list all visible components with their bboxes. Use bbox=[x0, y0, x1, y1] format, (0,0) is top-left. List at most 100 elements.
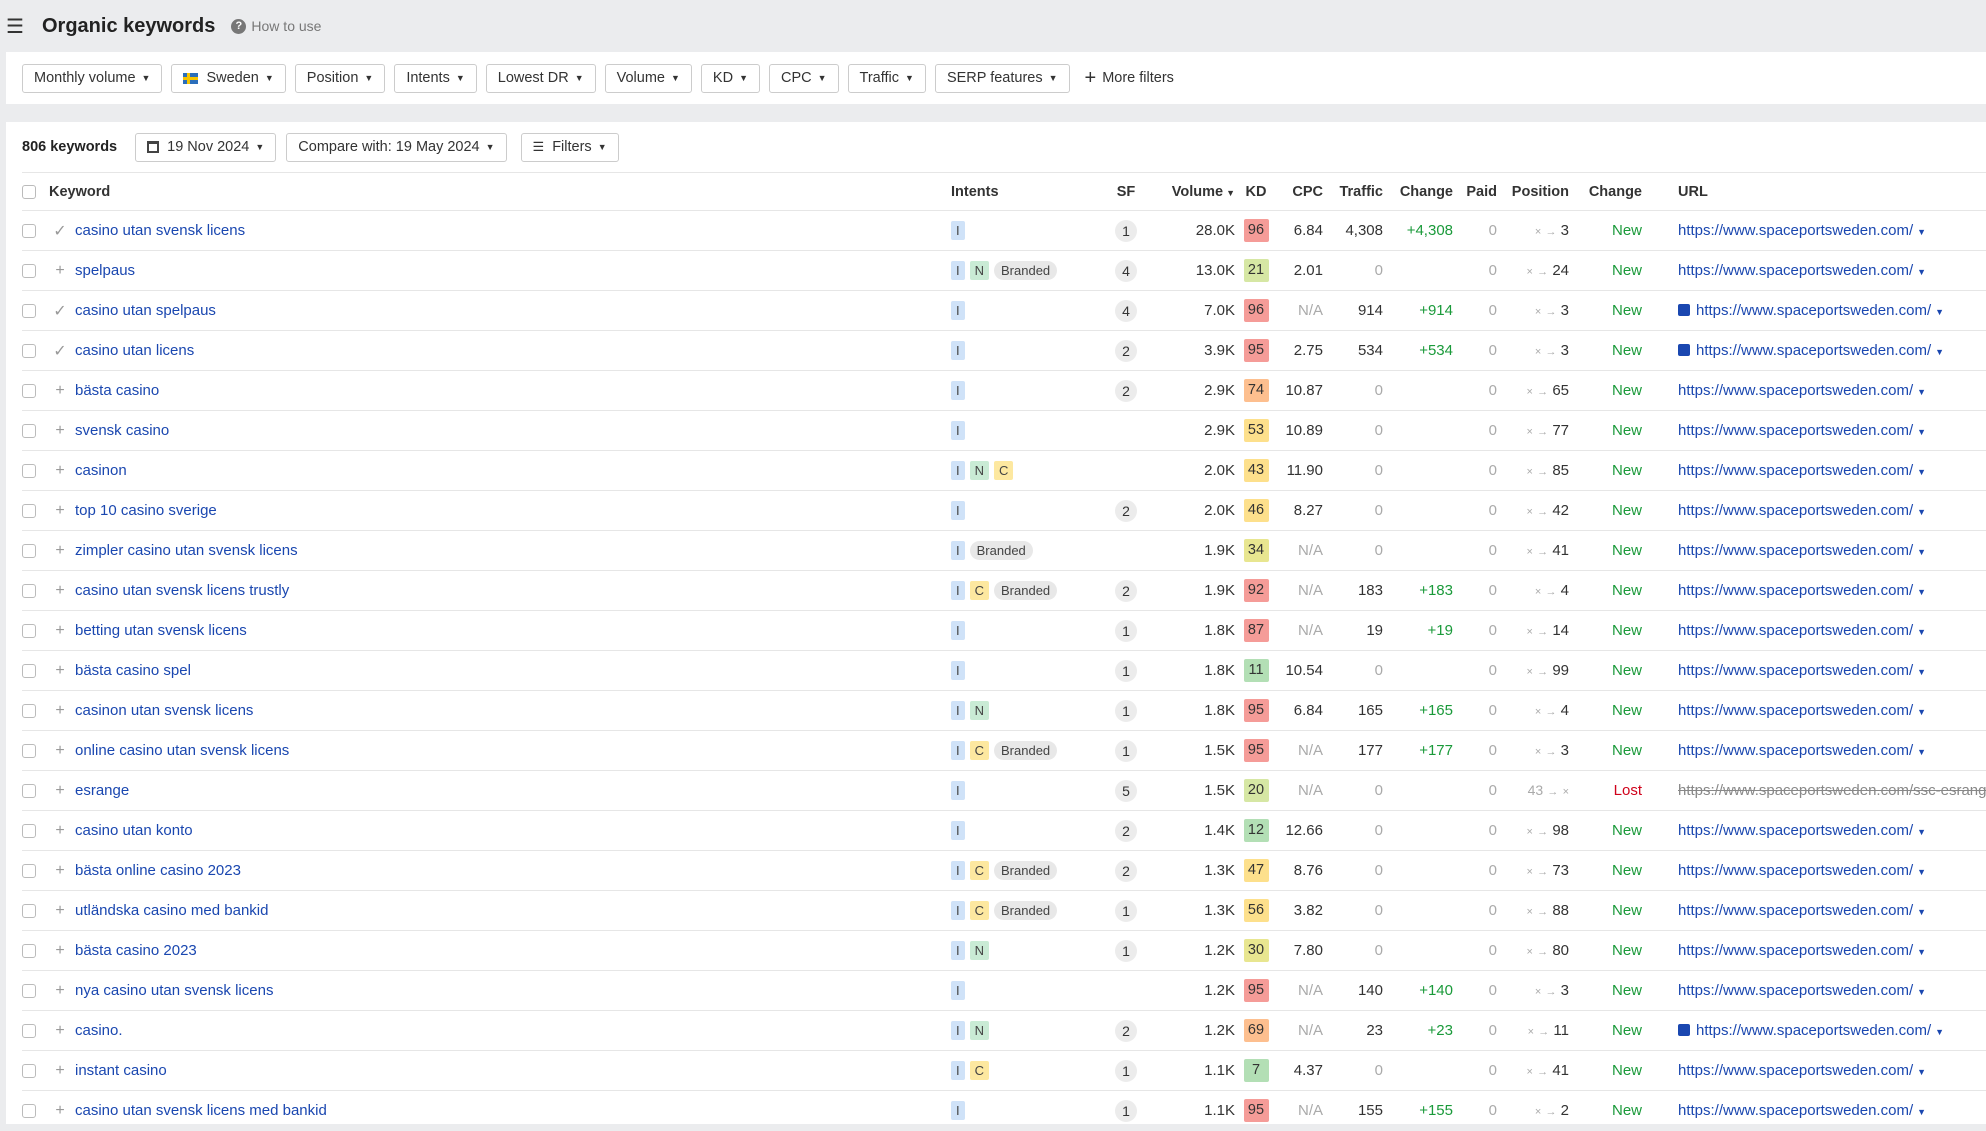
serp-features-count[interactable]: 5 bbox=[1115, 780, 1137, 802]
serp-features-count[interactable]: 1 bbox=[1115, 940, 1137, 962]
serp-features-count[interactable]: 1 bbox=[1115, 1060, 1137, 1082]
keyword-link[interactable]: betting utan svensk licens bbox=[75, 622, 247, 639]
serp-features-count[interactable]: 2 bbox=[1115, 340, 1137, 362]
url-link[interactable]: https://www.spaceportsweden.com/ bbox=[1696, 302, 1931, 319]
filters-button[interactable]: ☰Filters▼ bbox=[521, 133, 619, 162]
col-traffic[interactable]: Traffic bbox=[1323, 173, 1383, 211]
row-checkbox[interactable] bbox=[22, 784, 36, 798]
caret-down-icon[interactable]: ▼ bbox=[1917, 507, 1926, 517]
keyword-link[interactable]: svensk casino bbox=[75, 422, 169, 439]
row-checkbox[interactable] bbox=[22, 904, 36, 918]
serp-features-count[interactable]: 1 bbox=[1115, 1100, 1137, 1122]
keyword-link[interactable]: nya casino utan svensk licens bbox=[75, 982, 273, 999]
caret-down-icon[interactable]: ▼ bbox=[1917, 747, 1926, 757]
row-checkbox[interactable] bbox=[22, 1064, 36, 1078]
row-checkbox[interactable] bbox=[22, 464, 36, 478]
serp-features-count[interactable]: 2 bbox=[1115, 500, 1137, 522]
url-link[interactable]: https://www.spaceportsweden.com/ bbox=[1678, 622, 1913, 639]
add-plus-icon[interactable]: + bbox=[49, 422, 71, 440]
col-kd[interactable]: KD bbox=[1235, 173, 1277, 211]
row-checkbox[interactable] bbox=[22, 864, 36, 878]
serp-features-count[interactable]: 2 bbox=[1115, 580, 1137, 602]
serp-features-count[interactable]: 2 bbox=[1115, 820, 1137, 842]
col-keyword[interactable]: Keyword bbox=[49, 173, 951, 211]
filter-monthly-volume[interactable]: Monthly volume▼ bbox=[22, 64, 162, 93]
check-icon[interactable]: ✓ bbox=[49, 301, 71, 321]
col-url[interactable]: URL bbox=[1678, 173, 1986, 211]
caret-down-icon[interactable]: ▼ bbox=[1917, 1067, 1926, 1077]
url-link[interactable]: https://www.spaceportsweden.com/ bbox=[1696, 1022, 1931, 1039]
keyword-link[interactable]: top 10 casino sverige bbox=[75, 502, 217, 519]
serp-features-count[interactable]: 1 bbox=[1115, 620, 1137, 642]
row-checkbox[interactable] bbox=[22, 1104, 36, 1118]
keyword-link[interactable]: casino. bbox=[75, 1022, 123, 1039]
row-checkbox[interactable] bbox=[22, 1024, 36, 1038]
compare-date-picker[interactable]: Compare with: 19 May 2024▼ bbox=[286, 133, 506, 162]
col-position[interactable]: Position bbox=[1497, 173, 1569, 211]
keyword-link[interactable]: bästa casino bbox=[75, 382, 159, 399]
url-link[interactable]: https://www.spaceportsweden.com/ bbox=[1678, 702, 1913, 719]
caret-down-icon[interactable]: ▼ bbox=[1917, 227, 1926, 237]
row-checkbox[interactable] bbox=[22, 984, 36, 998]
add-plus-icon[interactable]: + bbox=[49, 742, 71, 760]
add-plus-icon[interactable]: + bbox=[49, 702, 71, 720]
add-plus-icon[interactable]: + bbox=[49, 1062, 71, 1080]
add-plus-icon[interactable]: + bbox=[49, 622, 71, 640]
caret-down-icon[interactable]: ▼ bbox=[1935, 1027, 1944, 1037]
serp-features-count[interactable]: 2 bbox=[1115, 380, 1137, 402]
add-plus-icon[interactable]: + bbox=[49, 662, 71, 680]
keyword-link[interactable]: casino utan spelpaus bbox=[75, 302, 216, 319]
caret-down-icon[interactable]: ▼ bbox=[1917, 467, 1926, 477]
serp-features-count[interactable]: 2 bbox=[1115, 860, 1137, 882]
how-to-use-link[interactable]: ?How to use bbox=[231, 18, 321, 34]
caret-down-icon[interactable]: ▼ bbox=[1917, 947, 1926, 957]
add-plus-icon[interactable]: + bbox=[49, 382, 71, 400]
caret-down-icon[interactable]: ▼ bbox=[1917, 907, 1926, 917]
url-link[interactable]: https://www.spaceportsweden.com/ bbox=[1678, 1102, 1913, 1119]
col-intents[interactable]: Intents bbox=[951, 173, 1101, 211]
url-link[interactable]: https://www.spaceportsweden.com/ bbox=[1696, 342, 1931, 359]
keyword-link[interactable]: zimpler casino utan svensk licens bbox=[75, 542, 298, 559]
row-checkbox[interactable] bbox=[22, 504, 36, 518]
filter-position[interactable]: Position▼ bbox=[295, 64, 386, 93]
filter-traffic[interactable]: Traffic▼ bbox=[848, 64, 926, 93]
add-plus-icon[interactable]: + bbox=[49, 1102, 71, 1120]
caret-down-icon[interactable]: ▼ bbox=[1935, 347, 1944, 357]
keyword-link[interactable]: online casino utan svensk licens bbox=[75, 742, 289, 759]
col-volume[interactable]: Volume▼ bbox=[1151, 173, 1235, 211]
col-position-change[interactable]: Change bbox=[1569, 173, 1642, 211]
caret-down-icon[interactable]: ▼ bbox=[1917, 667, 1926, 677]
url-link[interactable]: https://www.spaceportsweden.com/ bbox=[1678, 582, 1913, 599]
col-paid[interactable]: Paid bbox=[1453, 173, 1497, 211]
filter-serp-features[interactable]: SERP features▼ bbox=[935, 64, 1070, 93]
add-plus-icon[interactable]: + bbox=[49, 502, 71, 520]
filter-volume[interactable]: Volume▼ bbox=[605, 64, 692, 93]
url-link[interactable]: https://www.spaceportsweden.com/ bbox=[1678, 422, 1913, 439]
url-link[interactable]: https://www.spaceportsweden.com/ bbox=[1678, 502, 1913, 519]
caret-down-icon[interactable]: ▼ bbox=[1917, 1107, 1926, 1117]
filter-cpc[interactable]: CPC▼ bbox=[769, 64, 839, 93]
serp-features-count[interactable]: 2 bbox=[1115, 1020, 1137, 1042]
row-checkbox[interactable] bbox=[22, 384, 36, 398]
menu-icon[interactable]: ☰ bbox=[6, 14, 36, 39]
row-checkbox[interactable] bbox=[22, 824, 36, 838]
url-link[interactable]: https://www.spaceportsweden.com/ bbox=[1678, 902, 1913, 919]
row-checkbox[interactable] bbox=[22, 744, 36, 758]
add-plus-icon[interactable]: + bbox=[49, 262, 71, 280]
keyword-link[interactable]: casino utan svensk licens bbox=[75, 222, 245, 239]
url-link[interactable]: https://www.spaceportsweden.com/ bbox=[1678, 822, 1913, 839]
keyword-link[interactable]: esrange bbox=[75, 782, 129, 799]
select-all-checkbox[interactable] bbox=[22, 185, 36, 199]
col-cpc[interactable]: CPC bbox=[1277, 173, 1323, 211]
col-sf[interactable]: SF bbox=[1101, 173, 1151, 211]
keyword-link[interactable]: casino utan svensk licens med bankid bbox=[75, 1102, 327, 1119]
serp-features-count[interactable]: 1 bbox=[1115, 740, 1137, 762]
keyword-link[interactable]: bästa online casino 2023 bbox=[75, 862, 241, 879]
caret-down-icon[interactable]: ▼ bbox=[1917, 547, 1926, 557]
serp-features-count[interactable]: 1 bbox=[1115, 900, 1137, 922]
serp-features-count[interactable]: 4 bbox=[1115, 300, 1137, 322]
serp-features-count[interactable]: 1 bbox=[1115, 660, 1137, 682]
caret-down-icon[interactable]: ▼ bbox=[1917, 627, 1926, 637]
caret-down-icon[interactable]: ▼ bbox=[1935, 307, 1944, 317]
row-checkbox[interactable] bbox=[22, 664, 36, 678]
